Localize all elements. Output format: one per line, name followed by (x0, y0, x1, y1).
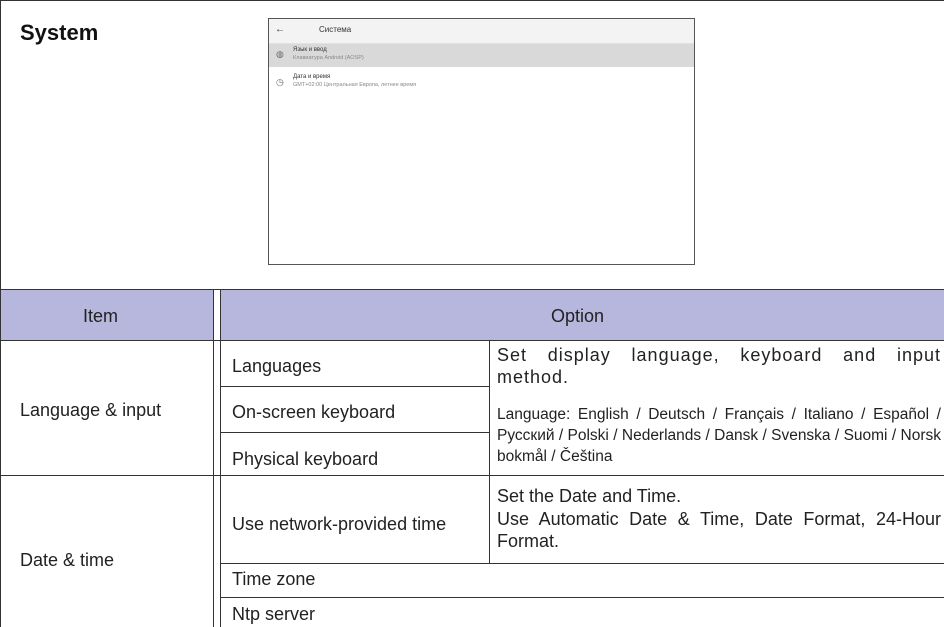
option-network-time: Use network-provided time (232, 514, 447, 534)
column-rule (489, 340, 490, 475)
row-rule (220, 597, 944, 598)
back-arrow-icon: ← (275, 24, 285, 35)
option-languages: Languages (232, 356, 322, 376)
row-rule (220, 386, 489, 387)
double-rule-right (220, 290, 221, 627)
language-icon: ◍ (276, 49, 284, 59)
header-item-label: Item (83, 306, 119, 326)
option-physical-keyboard: Physical keyboard (232, 449, 379, 469)
screenshot-row-sub: Клавиатура Android (AOSP) (293, 55, 364, 61)
column-rule (489, 475, 490, 563)
section-title: System (20, 20, 99, 45)
settings-screenshot: ← Система ◍ Язык и ввод Клавиатура Andro… (268, 18, 695, 265)
header-option-label: Option (551, 306, 605, 326)
item-language-input: Language & input (20, 400, 162, 420)
clock-icon: ◷ (276, 77, 284, 87)
double-rule-left (213, 290, 214, 627)
datetime-description: Set the Date and Time. (497, 486, 682, 506)
row-rule (220, 432, 489, 433)
option-ntp-server: Ntp server (232, 604, 316, 624)
option-time-zone: Time zone (232, 569, 316, 589)
header-bottom-rule (0, 340, 944, 341)
item-date-time: Date & time (20, 550, 115, 570)
system-manual-page: System ← Система ◍ Язык и ввод Клавиатур… (0, 0, 944, 627)
option-onscreen-keyboard: On-screen keyboard (232, 402, 396, 422)
datetime-detail: Use Automatic Date & Time, Date Format, … (497, 509, 941, 551)
row-rule (220, 563, 944, 564)
language-list: Language: English / Deutsch / Français /… (497, 406, 941, 465)
screenshot-row-sub: GMT+02:00 Центральная Европа, летнее вре… (293, 82, 417, 88)
top-border (0, 0, 944, 1)
language-description: Set display language, keyboard and input… (497, 345, 941, 387)
screenshot-header-title: Система (319, 25, 352, 34)
screenshot-header-bar: ← Система (269, 19, 694, 44)
screenshot-row-label: Дата и время (293, 74, 331, 80)
section-rule (0, 475, 944, 476)
screenshot-row-label: Язык и ввод (293, 47, 327, 53)
